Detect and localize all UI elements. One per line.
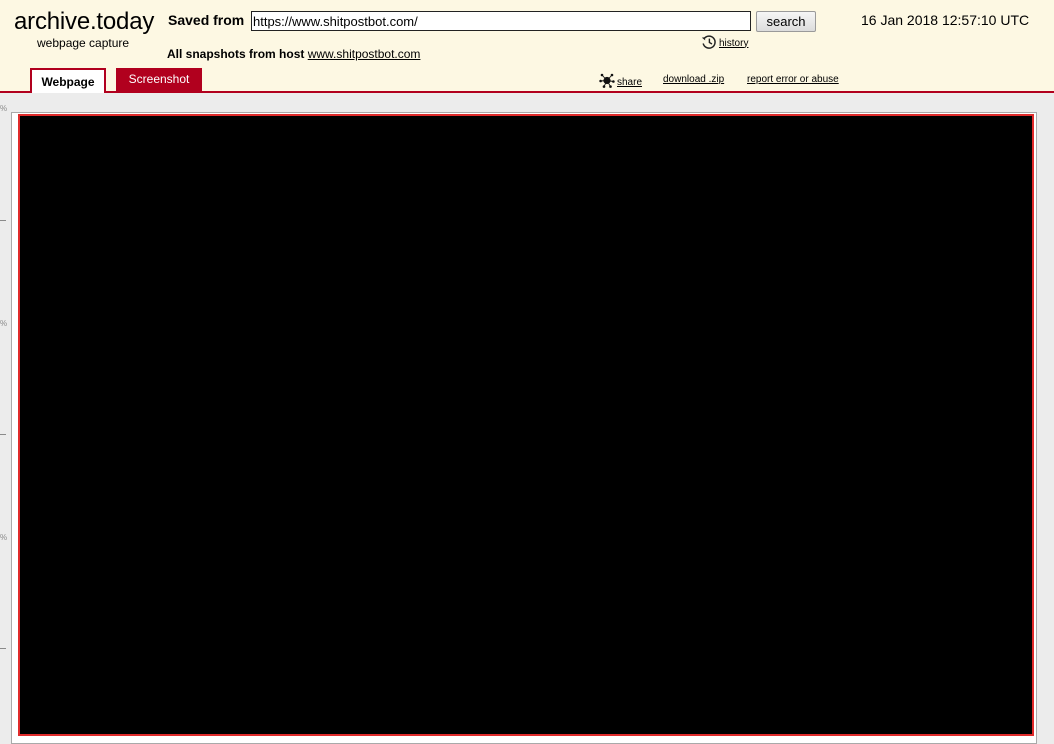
archived-page-capture[interactable] xyxy=(18,114,1034,736)
site-tagline: webpage capture xyxy=(37,36,130,50)
ruler-percent-mark: % xyxy=(0,104,8,113)
share-link[interactable]: share xyxy=(599,72,642,94)
report-abuse-link[interactable]: report error or abuse xyxy=(747,72,839,88)
ruler-percent-mark: % xyxy=(0,533,8,542)
search-button[interactable]: search xyxy=(756,11,816,32)
site-logo[interactable]: archive.today xyxy=(14,8,154,36)
capture-date: 16 Jan 2018 12:57:10 UTC xyxy=(861,12,1030,28)
share-icon xyxy=(599,72,615,94)
all-snapshots-link[interactable]: All snapshots xyxy=(167,47,246,61)
history-label: history xyxy=(719,37,749,49)
archive-header: archive.today webpage capture Saved from… xyxy=(0,0,1054,93)
ruler-tick xyxy=(0,220,6,221)
saved-from-label: Saved from xyxy=(168,12,245,28)
download-zip-link[interactable]: download .zip xyxy=(663,72,724,88)
host-link[interactable]: www.shitpostbot.com xyxy=(308,47,421,61)
ruler-percent-mark: % xyxy=(0,319,8,328)
url-input[interactable] xyxy=(251,11,751,31)
ruler-tick xyxy=(0,434,6,435)
tab-webpage[interactable]: Webpage xyxy=(30,68,106,93)
history-clock-icon xyxy=(701,34,717,53)
from-host-label: from host xyxy=(249,47,305,61)
snapshots-row: All snapshots from host www.shitpostbot.… xyxy=(167,47,420,61)
tab-screenshot[interactable]: Screenshot xyxy=(116,68,202,91)
page-ruler: % % % xyxy=(0,93,10,744)
archived-page-frame xyxy=(11,112,1037,744)
share-label: share xyxy=(617,77,643,88)
history-link[interactable]: history xyxy=(701,34,749,53)
ruler-tick xyxy=(0,648,6,649)
